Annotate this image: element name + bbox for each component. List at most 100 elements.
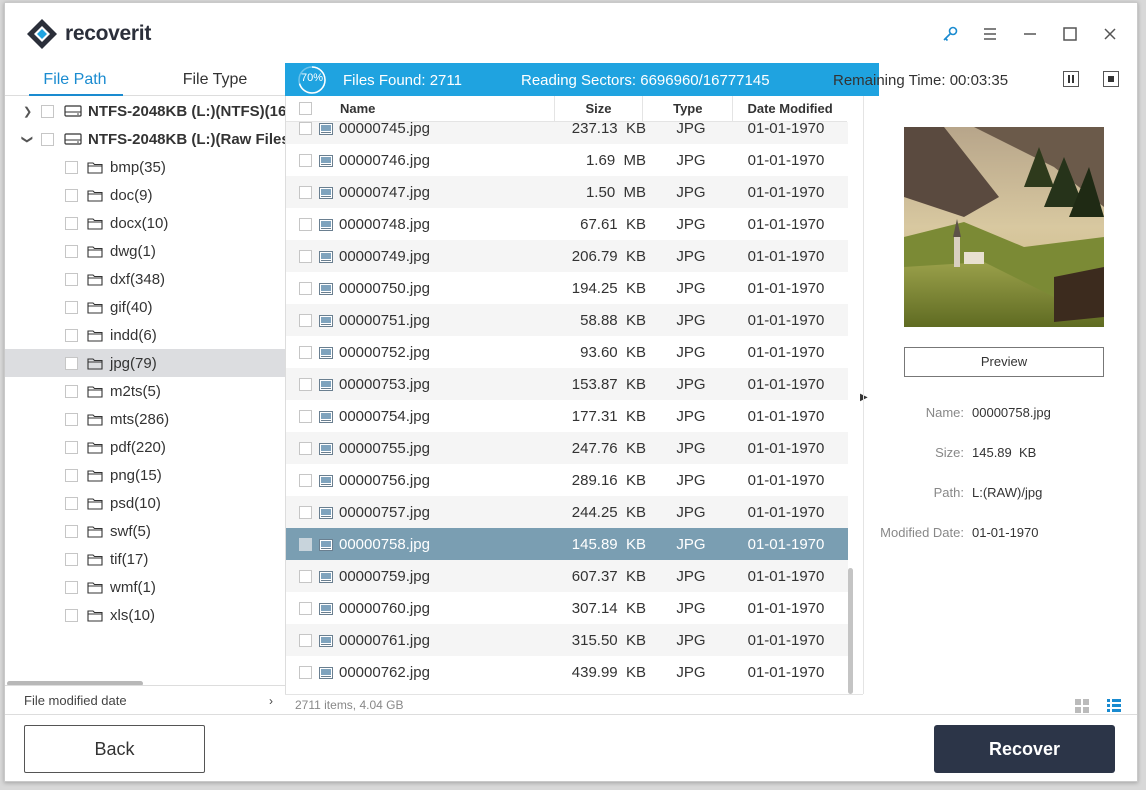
tree-folder-item[interactable]: xls(10)	[5, 601, 285, 629]
column-type[interactable]: Type	[643, 96, 734, 121]
file-checkbox[interactable]	[299, 122, 312, 135]
minimize-icon[interactable]	[1019, 23, 1041, 45]
file-row[interactable]: 00000749.jpg 206.79 KB JPG 01-01-1970	[286, 240, 848, 272]
tab-file-type[interactable]: File Type	[145, 63, 285, 95]
file-row[interactable]: 00000759.jpg 607.37 KB JPG 01-01-1970	[286, 560, 848, 592]
tree-folder-item[interactable]: swf(5)	[5, 517, 285, 545]
file-checkbox[interactable]	[299, 378, 312, 391]
file-row[interactable]: 00000751.jpg 58.88 KB JPG 01-01-1970	[286, 304, 848, 336]
file-row[interactable]: 00000761.jpg 315.50 KB JPG 01-01-1970	[286, 624, 848, 656]
folder-checkbox[interactable]	[65, 412, 78, 426]
file-row[interactable]: 00000750.jpg 194.25 KB JPG 01-01-1970	[286, 272, 848, 304]
folder-checkbox[interactable]	[65, 524, 78, 538]
list-view-icon[interactable]	[1107, 699, 1121, 713]
file-row[interactable]: 00000753.jpg 153.87 KB JPG 01-01-1970	[286, 368, 848, 400]
file-checkbox[interactable]	[299, 314, 312, 327]
file-row[interactable]: 00000760.jpg 307.14 KB JPG 01-01-1970	[286, 592, 848, 624]
file-checkbox[interactable]	[299, 346, 312, 359]
tree-folder-item[interactable]: dxf(348)	[5, 265, 285, 293]
file-row[interactable]: 00000754.jpg 177.31 KB JPG 01-01-1970	[286, 400, 848, 432]
folder-checkbox[interactable]	[65, 356, 78, 370]
folder-checkbox[interactable]	[65, 160, 78, 174]
file-checkbox[interactable]	[299, 538, 312, 551]
folder-checkbox[interactable]	[65, 300, 78, 314]
tree-folder-item[interactable]: indd(6)	[5, 321, 285, 349]
tree-folder-item[interactable]: jpg(79)	[5, 349, 285, 377]
recover-button[interactable]: Recover	[934, 725, 1115, 773]
file-checkbox[interactable]	[299, 474, 312, 487]
file-row[interactable]: 00000747.jpg 1.50 MB JPG 01-01-1970	[286, 176, 848, 208]
tree-folder-item[interactable]: mts(286)	[5, 405, 285, 433]
chevron-down-icon[interactable]: ❯	[21, 134, 34, 143]
file-checkbox[interactable]	[299, 442, 312, 455]
file-row[interactable]: 00000755.jpg 247.76 KB JPG 01-01-1970	[286, 432, 848, 464]
back-button[interactable]: Back	[24, 725, 205, 773]
vertical-scrollbar[interactable]	[848, 568, 853, 694]
key-icon[interactable]	[939, 23, 961, 45]
folder-checkbox[interactable]	[65, 608, 78, 622]
stop-button[interactable]	[1103, 71, 1119, 87]
select-all-checkbox[interactable]	[299, 102, 312, 115]
file-checkbox[interactable]	[299, 410, 312, 423]
tree-folder-item[interactable]: pdf(220)	[5, 433, 285, 461]
file-date: 01-01-1970	[747, 504, 825, 521]
folder-checkbox[interactable]	[65, 188, 78, 202]
folder-checkbox[interactable]	[65, 552, 78, 566]
folder-checkbox[interactable]	[65, 580, 78, 594]
file-row[interactable]: 00000745.jpg 237.13 KB JPG 01-01-1970	[286, 122, 848, 144]
tree-folder-item[interactable]: bmp(35)	[5, 153, 285, 181]
file-checkbox[interactable]	[299, 186, 312, 199]
column-size[interactable]: Size	[555, 96, 644, 121]
file-modified-date-filter[interactable]: File modified date ›	[5, 685, 285, 714]
file-row[interactable]: 00000757.jpg 244.25 KB JPG 01-01-1970	[286, 496, 848, 528]
file-checkbox[interactable]	[299, 634, 312, 647]
column-name[interactable]: Name	[310, 96, 555, 121]
file-checkbox[interactable]	[299, 506, 312, 519]
folder-checkbox[interactable]	[65, 496, 78, 510]
preview-button[interactable]: Preview	[904, 347, 1104, 377]
column-date-modified[interactable]: Date Modified	[733, 96, 847, 121]
pause-button[interactable]	[1063, 71, 1079, 87]
menu-icon[interactable]	[979, 23, 1001, 45]
file-checkbox[interactable]	[299, 154, 312, 167]
folder-checkbox[interactable]	[65, 384, 78, 398]
file-checkbox[interactable]	[299, 282, 312, 295]
tree-folder-item[interactable]: png(15)	[5, 461, 285, 489]
close-icon[interactable]	[1099, 23, 1121, 45]
file-checkbox[interactable]	[299, 570, 312, 583]
folder-checkbox[interactable]	[65, 244, 78, 258]
drive-checkbox[interactable]	[41, 132, 54, 146]
tab-file-path[interactable]: File Path	[5, 63, 145, 95]
file-checkbox[interactable]	[299, 250, 312, 263]
tree-drive-ntfs[interactable]: ❯ NTFS-2048KB (L:)(NTFS)(161	[5, 97, 285, 125]
tree-folder-item[interactable]: tif(17)	[5, 545, 285, 573]
folder-checkbox[interactable]	[65, 440, 78, 454]
file-row[interactable]: 00000752.jpg 93.60 KB JPG 01-01-1970	[286, 336, 848, 368]
file-checkbox[interactable]	[299, 218, 312, 231]
file-row[interactable]: 00000746.jpg 1.69 MB JPG 01-01-1970	[286, 144, 848, 176]
file-row[interactable]: 00000748.jpg 67.61 KB JPG 01-01-1970	[286, 208, 848, 240]
maximize-icon[interactable]	[1059, 23, 1081, 45]
tree-drive-raw-files[interactable]: ❯ NTFS-2048KB (L:)(Raw Files)	[5, 125, 285, 153]
tree-folder-item[interactable]: dwg(1)	[5, 237, 285, 265]
folder-checkbox[interactable]	[65, 272, 78, 286]
header-select-all[interactable]	[286, 96, 312, 121]
folder-checkbox[interactable]	[65, 328, 78, 342]
tree-folder-item[interactable]: wmf(1)	[5, 573, 285, 601]
folder-checkbox[interactable]	[65, 216, 78, 230]
file-row[interactable]: 00000762.jpg 439.99 KB JPG 01-01-1970	[286, 656, 848, 688]
chevron-right-icon[interactable]: ❯	[23, 105, 32, 118]
file-row[interactable]: 00000756.jpg 289.16 KB JPG 01-01-1970	[286, 464, 848, 496]
tree-folder-item[interactable]: m2ts(5)	[5, 377, 285, 405]
file-row[interactable]: 00000758.jpg 145.89 KB JPG 01-01-1970	[286, 528, 848, 560]
tree-folder-item[interactable]: psd(10)	[5, 489, 285, 517]
tree-folder-item[interactable]: doc(9)	[5, 181, 285, 209]
tree-folder-item[interactable]: docx(10)	[5, 209, 285, 237]
grid-view-icon[interactable]	[1075, 699, 1089, 713]
drive-checkbox[interactable]	[41, 104, 54, 118]
file-checkbox[interactable]	[299, 602, 312, 615]
folder-checkbox[interactable]	[65, 468, 78, 482]
file-checkbox[interactable]	[299, 666, 312, 679]
file-date: 01-01-1970	[747, 122, 825, 137]
tree-folder-item[interactable]: gif(40)	[5, 293, 285, 321]
